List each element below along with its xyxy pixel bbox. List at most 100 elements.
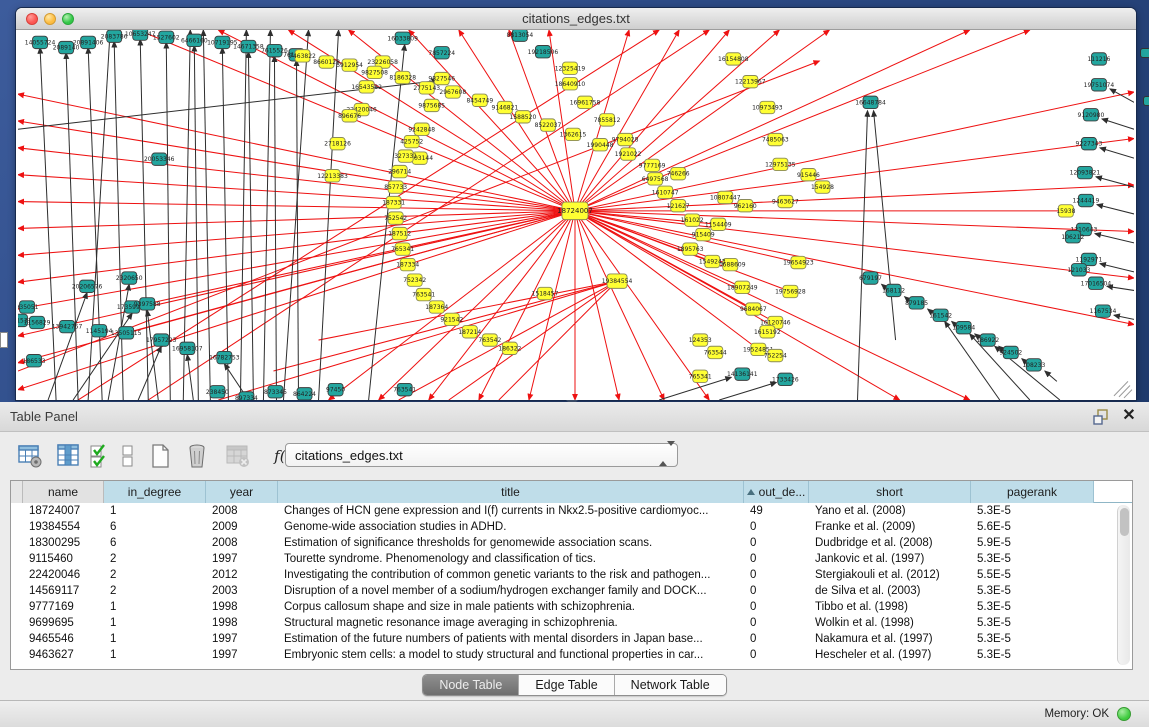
graph-edge[interactable] (379, 211, 575, 400)
table-cell[interactable]: 18724007 (23, 503, 104, 519)
table-cell[interactable]: 0 (744, 519, 809, 535)
graph-edge[interactable] (263, 30, 270, 400)
table-cell[interactable]: 6 (104, 519, 206, 535)
table-cell[interactable]: Wolkin et al. (1998) (809, 615, 971, 631)
network-canvas[interactable]: 14055724 2089140 20891406 2083786 106532… (18, 30, 1134, 400)
graph-node[interactable]: 16961758 (570, 96, 601, 108)
graph-node[interactable]: 124353 (689, 334, 712, 346)
network-graph-svg[interactable]: 14055724 2089140 20891406 2083786 106532… (18, 30, 1134, 400)
graph-node[interactable]: 16033809 (387, 32, 418, 44)
graph-edge[interactable] (1114, 315, 1134, 319)
table-cell[interactable]: Yano et al. (2008) (809, 503, 971, 519)
graph-edge[interactable] (575, 30, 970, 211)
graph-node[interactable]: 187334 (396, 258, 419, 270)
graph-edge[interactable] (18, 211, 575, 336)
table-cell[interactable]: 9699695 (23, 615, 104, 631)
graph-node[interactable]: 1733426 (772, 373, 799, 385)
table-cell[interactable]: 6 (104, 535, 206, 551)
graph-node[interactable]: 1527602 (153, 31, 180, 43)
table-cell[interactable]: 0 (744, 583, 809, 599)
table-cell[interactable]: 5.3E-5 (971, 647, 1094, 663)
table-cell[interactable]: 1 (104, 631, 206, 647)
table-cell[interactable]: Hescheler et al. (1997) (809, 647, 971, 663)
column-header-name[interactable]: name (23, 481, 104, 503)
graph-node[interactable]: 2083786 (101, 30, 128, 42)
graph-node[interactable]: 924502 (999, 346, 1022, 358)
table-cell[interactable]: Investigating the contribution of common… (278, 567, 744, 583)
graph-node[interactable]: 12093821 (1070, 166, 1101, 178)
graph-node[interactable]: 763544 (704, 346, 727, 358)
graph-node[interactable]: 9777169 (639, 159, 666, 171)
graph-edge[interactable] (283, 30, 308, 400)
graph-node[interactable]: 1167534 (1090, 305, 1117, 317)
resize-grip-icon[interactable] (1114, 381, 1132, 398)
graph-node[interactable]: 879185 (905, 297, 928, 309)
table-cell[interactable]: 5.5E-5 (971, 567, 1094, 583)
table-cell[interactable]: 9465546 (23, 631, 104, 647)
graph-node[interactable]: 20053346 (144, 153, 175, 165)
table-cell[interactable]: 5.3E-5 (971, 583, 1094, 599)
graph-node[interactable]: 8186328 (389, 71, 416, 83)
graph-edge[interactable] (575, 30, 679, 211)
table-cell[interactable]: 2 (104, 567, 206, 583)
graph-node[interactable]: 19751074 (1084, 79, 1115, 91)
table-cell[interactable]: 5.3E-5 (971, 615, 1094, 631)
table-cell[interactable]: 14569117 (23, 583, 104, 599)
graph-node[interactable]: 1588520 (510, 111, 537, 123)
tab-node-table[interactable]: Node Table (423, 675, 519, 695)
table-cell[interactable]: Estimation of the future numbers of pati… (278, 631, 744, 647)
table-cell[interactable]: 2003 (206, 583, 278, 599)
table-cell[interactable]: Tibbo et al. (1998) (809, 599, 971, 615)
table-cell[interactable]: 0 (744, 551, 809, 567)
table-cell[interactable]: de Silva et al. (2003) (809, 583, 971, 599)
delete-column-button[interactable] (183, 442, 211, 470)
graph-node[interactable]: 14055724 (25, 36, 56, 48)
table-cell[interactable]: 9115460 (23, 551, 104, 567)
graph-edge[interactable] (719, 382, 776, 400)
table-cell[interactable]: 1 (104, 503, 206, 519)
table-cell[interactable]: 0 (744, 631, 809, 647)
graph-edge[interactable] (18, 211, 575, 390)
graph-edge[interactable] (1095, 234, 1134, 243)
graph-edge[interactable] (296, 60, 298, 400)
graph-node[interactable]: 121627 (667, 199, 690, 211)
table-cell[interactable]: 5.3E-5 (971, 503, 1094, 519)
table-row[interactable]: 1456911722003Disruption of a novel membe… (11, 583, 1132, 599)
table-row[interactable]: 1830029562008Estimation of significance … (11, 535, 1132, 551)
graph-edge[interactable] (114, 41, 123, 400)
table-cell[interactable]: Tourette syndrome. Phenomenology and cla… (278, 551, 744, 567)
table-cell[interactable]: Stergiakouli et al. (2012) (809, 567, 971, 583)
graph-node[interactable]: 109584 (952, 321, 975, 333)
column-header-pagerank[interactable]: pagerank (971, 481, 1094, 503)
graph-node[interactable]: 154928 (811, 181, 834, 193)
new-column-button[interactable] (147, 442, 175, 470)
graph-node[interactable]: 765341 (391, 243, 414, 255)
table-cell[interactable]: 1 (104, 647, 206, 663)
table-cell[interactable]: 18300295 (23, 535, 104, 551)
table-cell[interactable]: 5.3E-5 (971, 551, 1094, 567)
graph-edge[interactable] (222, 48, 228, 400)
graph-node[interactable]: 9463627 (772, 195, 799, 207)
table-cell[interactable]: Estimation of significance thresholds fo… (278, 535, 744, 551)
graph-node[interactable]: 864224 (293, 388, 316, 400)
table-cell[interactable]: 0 (744, 615, 809, 631)
table-row[interactable]: 946362711997Embryonic stem cells: a mode… (11, 647, 1132, 663)
graph-node[interactable]: 18724007 (557, 202, 593, 220)
graph-edge[interactable] (1102, 119, 1134, 129)
graph-edge[interactable] (203, 30, 210, 400)
graph-node[interactable]: 763541 (393, 383, 416, 395)
graph-node[interactable]: 9227343 (1076, 137, 1103, 149)
table-cell[interactable]: 2008 (206, 503, 278, 519)
table-cell[interactable]: Changes of HCN gene expression and I(f) … (278, 503, 744, 519)
table-cell[interactable]: 22420046 (23, 567, 104, 583)
graph-node[interactable]: 679197 (859, 272, 882, 284)
table-cell[interactable]: 5.3E-5 (971, 599, 1094, 615)
graph-node[interactable]: 9242848 (408, 123, 435, 135)
unselect-all-button[interactable] (116, 442, 144, 470)
graph-node[interactable]: 763541 (412, 288, 435, 300)
window-titlebar[interactable]: citations_edges.txt (16, 8, 1136, 30)
graph-node[interactable]: 746266 (667, 167, 690, 179)
graph-edge[interactable] (945, 321, 1000, 400)
tab-edge-table[interactable]: Edge Table (519, 675, 614, 695)
graph-edge[interactable] (140, 39, 148, 400)
